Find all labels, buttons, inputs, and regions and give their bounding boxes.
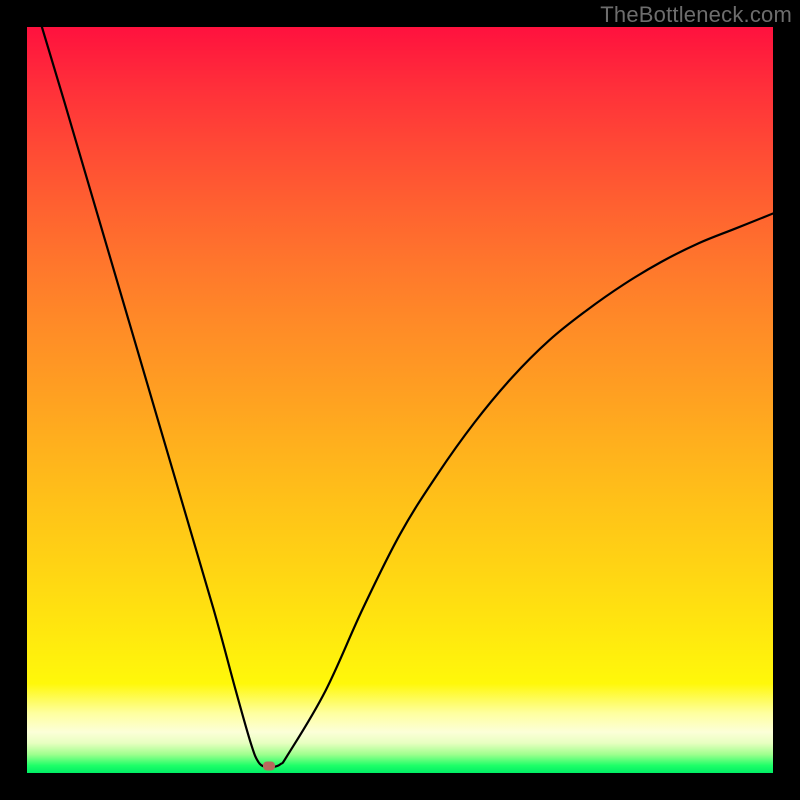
plot-area — [27, 27, 773, 773]
minimum-marker — [263, 762, 275, 771]
curve-layer — [27, 27, 773, 773]
watermark-text: TheBottleneck.com — [600, 2, 792, 28]
chart-frame: TheBottleneck.com — [0, 0, 800, 800]
bottleneck-curve — [42, 27, 773, 768]
